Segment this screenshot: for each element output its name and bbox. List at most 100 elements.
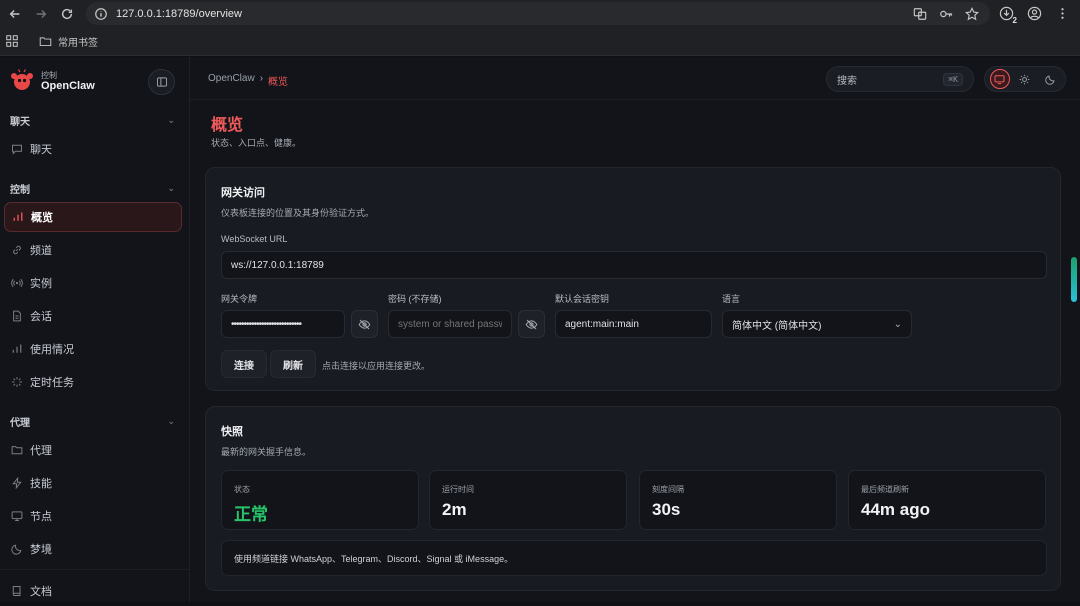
stat-value: 44m ago — [861, 500, 930, 519]
moon-icon[interactable] — [1040, 69, 1060, 89]
stat-label: 最后频道刷新 — [861, 485, 909, 494]
search-button[interactable]: 搜索 ⌘K — [826, 66, 974, 92]
channels-note: 使用频道链接 WhatsApp、Telegram、Discord、Signal … — [221, 540, 1047, 576]
brand-name: OpenClaw — [41, 80, 95, 92]
loader-icon — [11, 376, 23, 388]
sidebar-item-chat[interactable]: 聊天 — [4, 134, 182, 164]
toggle-token-visibility-button[interactable] — [351, 310, 378, 338]
search-label: 搜索 — [837, 75, 857, 87]
sidebar-collapse-button[interactable] — [148, 69, 175, 95]
translate-icon[interactable] — [912, 6, 928, 22]
url-text[interactable]: 127.0.0.1:18789/overview — [116, 8, 242, 20]
key-icon[interactable] — [938, 6, 954, 22]
sidebar: 控制 OpenClaw 聊天 ⌄ 聊天 控制 ⌄ 概览 频道 实例 会话 使用情… — [0, 57, 190, 602]
address-bar[interactable]: 127.0.0.1:18789/overview — [86, 2, 990, 25]
page-title: 概览 — [211, 117, 244, 134]
bookmarks-bar: 常用书签 — [0, 27, 1080, 56]
chevron-down-icon: ⌄ — [167, 416, 175, 426]
monitor-icon — [11, 510, 23, 522]
search-shortcut: ⌘K — [943, 72, 963, 86]
forward-icon[interactable] — [30, 3, 52, 25]
connect-button[interactable]: 连接 — [221, 350, 267, 378]
language-label: 语言 — [722, 294, 741, 304]
connect-hint: 点击连接以应用连接更改。 — [322, 361, 431, 371]
topbar: OpenClaw › 概览 搜索 ⌘K — [190, 57, 1080, 100]
breadcrumb-separator: › — [259, 73, 264, 84]
reload-icon[interactable] — [56, 3, 78, 25]
sidebar-item-usage[interactable]: 使用情况 — [4, 334, 182, 364]
folder-icon — [11, 444, 23, 456]
download-count: 2 — [1012, 16, 1017, 25]
refresh-button[interactable]: 刷新 — [270, 350, 316, 378]
sidebar-item-dreams[interactable]: 梦境 — [4, 534, 182, 564]
bolt-icon — [11, 477, 23, 489]
theme-switcher — [984, 66, 1066, 92]
section-control-header[interactable]: 控制 ⌄ — [10, 181, 175, 196]
bar-chart-icon — [11, 343, 23, 355]
sidebar-toggle-icon — [156, 77, 167, 87]
sidebar-item-cron[interactable]: 定时任务 — [4, 367, 182, 397]
ws-url-input[interactable]: ws://127.0.0.1:18789 — [221, 251, 1047, 279]
bookmark-folder-label: 常用书签 — [58, 37, 98, 49]
app-root: 控制 OpenClaw 聊天 ⌄ 聊天 控制 ⌄ 概览 频道 实例 会话 使用情… — [0, 57, 1080, 602]
section-agent-header[interactable]: 代理 ⌄ — [10, 414, 175, 429]
breadcrumb-root[interactable]: OpenClaw — [208, 73, 255, 88]
token-label: 网关令牌 — [221, 294, 258, 304]
sidebar-divider — [0, 569, 190, 570]
chat-icon — [11, 143, 23, 155]
back-icon[interactable] — [4, 3, 26, 25]
browser-toolbar: 127.0.0.1:18789/overview 2 — [0, 0, 1080, 27]
language-select[interactable]: 简体中文 (简体中文) ⌄ — [722, 310, 912, 338]
sidebar-item-skills[interactable]: 技能 — [4, 468, 182, 498]
password-input[interactable] — [388, 310, 512, 338]
stat-value: 正常 — [234, 505, 268, 524]
page-subtitle: 状态、入口点、健康。 — [211, 138, 302, 148]
stat-value: 30s — [652, 500, 681, 519]
stat-value: 2m — [442, 500, 467, 519]
download-icon[interactable]: 2 — [996, 3, 1017, 25]
stat-label: 刻度间隔 — [652, 485, 684, 494]
sidebar-item-instances[interactable]: 实例 — [4, 268, 182, 298]
stat-card-status: 状态 正常 — [221, 470, 419, 530]
token-input[interactable]: •••••••••••••••••••••••••••• — [221, 310, 345, 338]
eye-off-icon — [358, 319, 371, 329]
eye-off-icon — [525, 319, 538, 329]
moon-icon — [11, 543, 23, 555]
stat-card-last-channel-refresh: 最后频道刷新 44m ago — [848, 470, 1046, 530]
bookmark-folder[interactable]: 常用书签 — [39, 34, 98, 49]
stat-card-uptime: 运行时间 2m — [429, 470, 627, 530]
scrollbar-thumb[interactable] — [1071, 257, 1077, 302]
sidebar-item-agents[interactable]: 代理 — [4, 435, 182, 465]
session-key-input[interactable]: agent:main:main — [555, 310, 712, 338]
sidebar-item-channels[interactable]: 频道 — [4, 235, 182, 265]
breadcrumb: OpenClaw › 概览 — [208, 73, 288, 88]
chevron-down-icon: ⌄ — [167, 115, 175, 125]
session-key-label: 默认会话密钥 — [555, 294, 610, 304]
book-icon — [11, 585, 23, 597]
stat-label: 运行时间 — [442, 485, 474, 494]
sidebar-item-nodes[interactable]: 节点 — [4, 501, 182, 531]
snapshot-card-subtitle: 最新的网关握手信息。 — [221, 447, 312, 457]
radio-icon — [11, 277, 23, 289]
menu-icon[interactable] — [1052, 3, 1072, 23]
gateway-card-title: 网关访问 — [221, 187, 265, 199]
ws-url-label: WebSocket URL — [221, 234, 288, 244]
folder-icon — [39, 36, 52, 46]
section-chat-header[interactable]: 聊天 ⌄ — [10, 113, 175, 128]
star-icon[interactable] — [964, 6, 980, 22]
info-icon[interactable] — [94, 7, 108, 21]
stat-card-tick-interval: 刻度间隔 30s — [639, 470, 837, 530]
sidebar-item-overview[interactable]: 概览 — [4, 202, 182, 232]
snapshot-card: 快照 最新的网关握手信息。 状态 正常 运行时间 2m 刻度间隔 30s 最后频… — [205, 406, 1061, 591]
gateway-card-subtitle: 仪表板连接的位置及其身份验证方式。 — [221, 208, 375, 218]
monitor-icon[interactable] — [989, 69, 1010, 89]
link-icon — [11, 244, 23, 256]
lobster-logo-icon — [11, 69, 33, 90]
sun-icon[interactable] — [1015, 69, 1035, 89]
profile-icon[interactable] — [1024, 3, 1044, 23]
sidebar-item-sessions[interactable]: 会话 — [4, 301, 182, 331]
chevron-down-icon: ⌄ — [893, 318, 902, 330]
toggle-password-visibility-button[interactable] — [518, 310, 545, 338]
brand: 控制 OpenClaw — [10, 69, 95, 93]
apps-grid-icon[interactable] — [5, 34, 19, 48]
